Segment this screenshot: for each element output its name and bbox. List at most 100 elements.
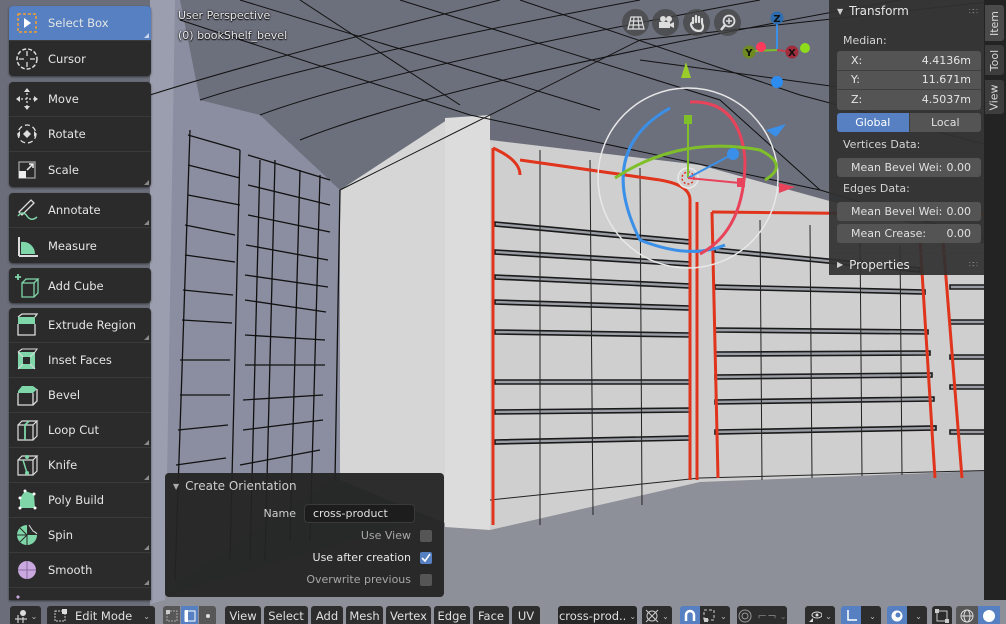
local-button[interactable]: Local xyxy=(908,113,981,132)
tool-measure[interactable]: Measure xyxy=(9,228,151,263)
edge-select-icon xyxy=(184,610,195,622)
menu-uv[interactable]: UV xyxy=(512,606,540,624)
tool-move[interactable]: Move xyxy=(9,82,151,117)
vertex-mean-bevel-weight-field[interactable]: Mean Bevel Wei: 0.00 xyxy=(837,158,981,177)
overlays-toggle[interactable] xyxy=(887,606,907,624)
tool-knife[interactable]: Knife xyxy=(9,448,151,483)
solid-shading-button[interactable] xyxy=(978,606,1000,624)
toolbar-group-add: Add Cube xyxy=(9,268,151,303)
extrude-region-icon xyxy=(14,312,40,338)
gizmo-toggle[interactable] xyxy=(841,606,861,624)
tool-extrude-region[interactable]: Extrude Region xyxy=(9,308,151,343)
orientation-name-input[interactable]: cross-product xyxy=(304,504,415,523)
snap-target-dropdown[interactable]: ⌄ xyxy=(700,606,730,624)
overlays-icon xyxy=(891,610,903,622)
snap-toggle[interactable] xyxy=(680,606,700,624)
global-button[interactable]: Global xyxy=(837,113,909,132)
edge-select-mode-button[interactable] xyxy=(181,606,198,624)
tool-edge-slide[interactable]: Edge Slide xyxy=(9,588,151,600)
median-x-field[interactable]: X: 4.4136m xyxy=(837,51,981,71)
loop-cut-icon xyxy=(14,417,40,443)
collapse-triangle-icon: ▼ xyxy=(837,6,844,16)
viewport-header: ⌄ Edit Mode ⌄ View Select Add Mesh Vertex… xyxy=(0,604,1000,624)
sidebar-tabs: Item Tool View xyxy=(984,0,1006,600)
xray-toggle[interactable] xyxy=(932,606,952,624)
tab-item[interactable]: Item xyxy=(985,5,1004,41)
hand-pan-icon[interactable] xyxy=(683,9,710,36)
move-icon xyxy=(14,86,40,112)
tool-scale[interactable]: Scale xyxy=(9,152,151,187)
toolbar-group-annotate: Annotate Measure xyxy=(9,193,151,263)
snap-increment-icon xyxy=(703,609,715,622)
svg-text:Z: Z xyxy=(773,14,780,25)
z-axis-handle[interactable] xyxy=(771,76,783,88)
tab-view[interactable]: View xyxy=(985,80,1004,114)
vertex-select-icon xyxy=(165,610,177,622)
menu-vertex[interactable]: Vertex xyxy=(386,606,431,624)
collapse-triangle-icon: ▼ xyxy=(173,481,180,491)
tool-rotate[interactable]: Rotate xyxy=(9,117,151,152)
wireframe-shading-button[interactable] xyxy=(956,606,978,624)
drag-grip-icon[interactable]: ∷∷ xyxy=(969,260,978,269)
eye-pointer-icon xyxy=(809,611,823,622)
edit-mode-icon xyxy=(54,609,67,622)
object-interaction-dropdown[interactable]: ⌄ xyxy=(10,606,41,624)
menu-mesh[interactable]: Mesh xyxy=(346,606,383,624)
tool-annotate[interactable]: Annotate xyxy=(9,193,151,228)
gizmo-axes-icon xyxy=(847,610,857,621)
use-view-label: Use View xyxy=(360,529,411,542)
mode-dropdown[interactable]: Edit Mode ⌄ xyxy=(47,606,155,624)
tab-tool[interactable]: Tool xyxy=(985,45,1004,75)
menu-select[interactable]: Select xyxy=(264,606,308,624)
edge-mean-bevel-weight-field[interactable]: Mean Bevel Wei: 0.00 xyxy=(837,202,981,221)
add-cube-icon xyxy=(14,273,40,299)
axis-navigation-gizmo[interactable]: Z Y X xyxy=(735,8,815,70)
median-y-field[interactable]: Y: 11.671m xyxy=(837,71,981,90)
proportional-editing-toggle[interactable]: ⌐¬ ⌄ xyxy=(737,606,787,624)
tool-add-cube[interactable]: Add Cube xyxy=(9,268,151,303)
toolbar-group-mesh: Extrude Region Inset Faces Bevel Loop Cu… xyxy=(9,308,151,600)
face-select-icon xyxy=(205,614,210,618)
scale-icon xyxy=(14,157,40,183)
menu-face[interactable]: Face xyxy=(473,606,509,624)
overlays-dropdown[interactable]: ⌄ xyxy=(907,606,927,624)
pivot-point-dropdown[interactable]: ⌄ xyxy=(642,606,672,624)
menu-add[interactable]: Add xyxy=(311,606,343,624)
bevel-icon xyxy=(14,382,40,408)
svg-text:X: X xyxy=(788,48,796,59)
transform-orientation-dropdown[interactable]: cross-prod.. ⌄ xyxy=(558,606,637,624)
view-name-label: User Perspective xyxy=(178,9,271,22)
overwrite-previous-checkbox[interactable] xyxy=(420,574,432,586)
tool-poly-build[interactable]: Poly Build xyxy=(9,483,151,518)
tool-cursor[interactable]: Cursor xyxy=(9,41,151,76)
tool-select-box[interactable]: Select Box xyxy=(9,6,151,41)
properties-panel-header[interactable]: ▶ Properties ∷∷ xyxy=(829,253,984,275)
tool-inset-faces[interactable]: Inset Faces xyxy=(9,343,151,378)
face-select-mode-button[interactable] xyxy=(199,606,216,624)
proportional-edit-icon xyxy=(738,609,751,623)
selectability-visibility-dropdown[interactable]: ⌄ xyxy=(805,606,835,624)
tool-smooth[interactable]: Smooth xyxy=(9,553,151,588)
toolbar-group-select: Select Box Cursor xyxy=(9,6,151,76)
edge-mean-crease-field[interactable]: Mean Crease: 0.00 xyxy=(837,224,981,243)
svg-text:Y: Y xyxy=(744,48,753,59)
poly-build-icon xyxy=(14,487,40,513)
tool-bevel[interactable]: Bevel xyxy=(9,378,151,413)
toolbar-group-transform: Move Rotate Scale xyxy=(9,82,151,187)
redo-panel-header[interactable]: ▼ Create Orientation xyxy=(173,479,297,493)
select-box-icon xyxy=(14,10,40,36)
camera-icon[interactable] xyxy=(652,9,679,36)
tool-spin[interactable]: Spin xyxy=(9,518,151,553)
transform-panel-header[interactable]: ▼ Transform ∷∷ xyxy=(829,0,984,22)
use-after-creation-checkbox[interactable] xyxy=(420,552,432,564)
tool-loop-cut[interactable]: Loop Cut xyxy=(9,413,151,448)
drag-grip-icon[interactable]: ∷∷ xyxy=(969,7,978,16)
menu-edge[interactable]: Edge xyxy=(434,606,470,624)
use-view-checkbox[interactable] xyxy=(420,530,432,542)
median-z-field[interactable]: Z: 4.5037m xyxy=(837,90,981,110)
create-orientation-panel: ▼ Create Orientation Name cross-product U… xyxy=(165,473,444,597)
toggle-camera-grid-icon[interactable] xyxy=(622,9,649,36)
menu-view[interactable]: View xyxy=(225,606,261,624)
gizmo-dropdown[interactable]: ⌄ xyxy=(861,606,881,624)
vertex-select-mode-button[interactable] xyxy=(163,606,180,624)
